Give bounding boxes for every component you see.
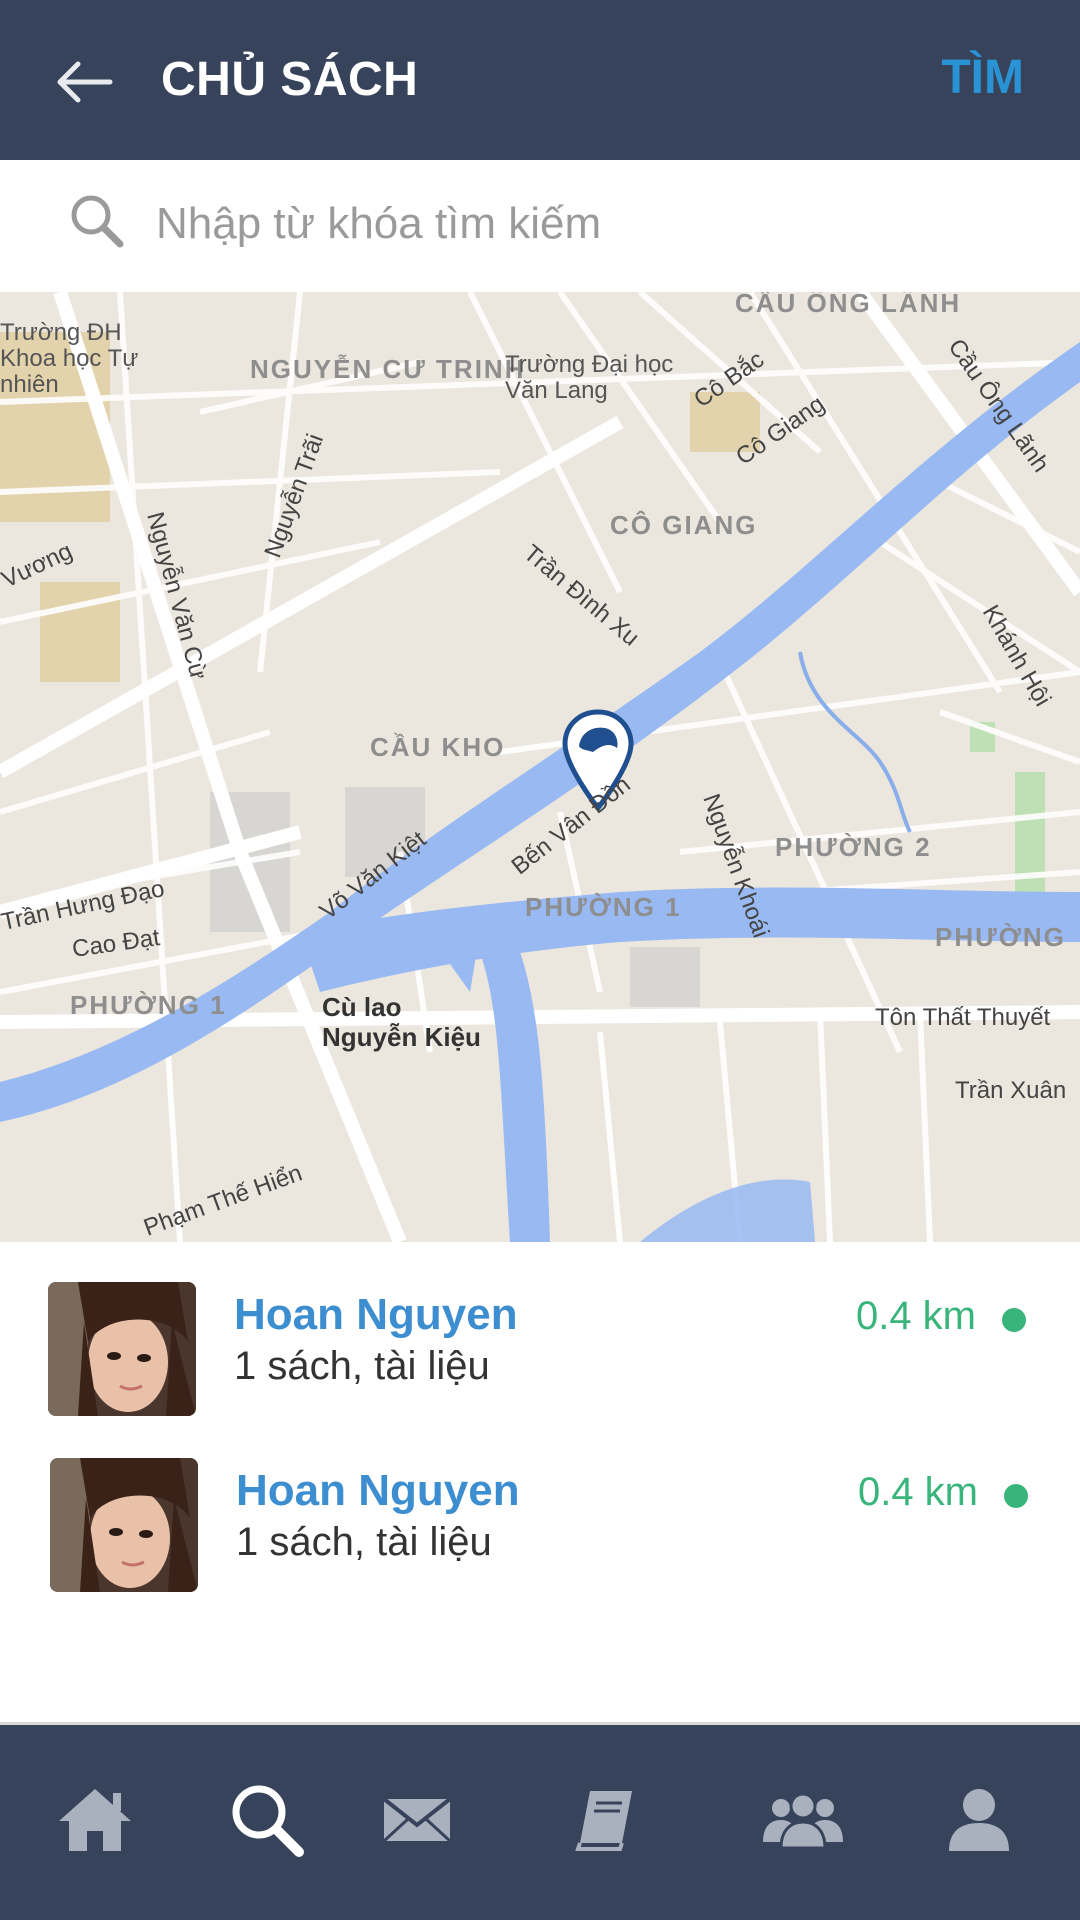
map-place-label: Trường Đại học Văn Lang xyxy=(505,351,674,404)
map-area-label: CÔ GIANG xyxy=(610,510,758,540)
mail-icon xyxy=(382,1797,452,1843)
owner-distance: 0.4 km xyxy=(857,1470,978,1514)
search-icon xyxy=(232,1785,304,1857)
map-street-label: Trần Xuân xyxy=(955,1077,1067,1104)
nav-messages[interactable] xyxy=(372,1775,462,1865)
nav-search[interactable] xyxy=(222,1775,312,1865)
online-status-dot xyxy=(1002,1308,1026,1332)
nav-profile[interactable] xyxy=(934,1775,1024,1865)
home-icon xyxy=(59,1789,131,1851)
owner-book-count: 1 sách, tài liệu xyxy=(236,1520,492,1564)
avatar xyxy=(50,1458,198,1592)
user-icon xyxy=(949,1789,1009,1851)
map-place-label: Cù lao Nguyễn Kiệu xyxy=(322,992,481,1052)
list-item[interactable]: Hoan Nguyen 1 sách, tài liệu 0.4 km xyxy=(0,1458,1080,1608)
group-icon xyxy=(763,1792,843,1850)
owner-name: Hoan Nguyen xyxy=(234,1290,518,1339)
owner-list: Hoan Nguyen 1 sách, tài liệu 0.4 km Hoan… xyxy=(0,1242,1080,1722)
map-area-label: PHƯỜNG 1 xyxy=(525,892,682,922)
map-area-label: CẦU ÔNG LÃNH xyxy=(735,292,962,318)
list-item[interactable]: Hoan Nguyen 1 sách, tài liệu 0.4 km xyxy=(0,1282,1080,1432)
map-area-label: CẦU KHO xyxy=(370,732,506,762)
book-icon xyxy=(575,1791,632,1851)
owner-name: Hoan Nguyen xyxy=(236,1466,520,1515)
avatar xyxy=(48,1282,196,1416)
map-area-label: NGUYỄN CƯ TRINH xyxy=(250,354,526,384)
online-status-dot xyxy=(1004,1484,1028,1508)
map-view[interactable]: NGUYỄN CƯ TRINH CÔ GIANG CẦU KHO PHƯỜNG … xyxy=(0,292,1080,1242)
map-area-label: PHƯỜNG 1 xyxy=(70,990,227,1020)
page-title: CHỦ SÁCH xyxy=(161,53,419,106)
arrow-left-icon xyxy=(57,61,113,103)
map-area-label: PHƯỜNG xyxy=(935,922,1066,952)
find-button[interactable]: TÌM xyxy=(941,50,1024,105)
nav-home[interactable] xyxy=(50,1775,140,1865)
map-canvas xyxy=(0,292,1080,1242)
bottom-nav xyxy=(0,1722,1080,1920)
search-input[interactable] xyxy=(156,196,1016,252)
map-street-label: Tôn Thất Thuyết xyxy=(875,1004,1051,1031)
owner-book-count: 1 sách, tài liệu xyxy=(234,1344,490,1388)
app-header: CHỦ SÁCH TÌM xyxy=(0,0,1080,160)
nav-books[interactable] xyxy=(560,1775,650,1865)
back-button[interactable] xyxy=(48,46,120,118)
map-area-label: PHƯỜNG 2 xyxy=(775,832,932,862)
nav-community[interactable] xyxy=(758,1775,848,1865)
owner-distance: 0.4 km xyxy=(855,1294,976,1338)
map-place-label: Trường ĐH Khoa học Tự nhiên xyxy=(0,319,139,398)
search-icon xyxy=(71,195,124,248)
